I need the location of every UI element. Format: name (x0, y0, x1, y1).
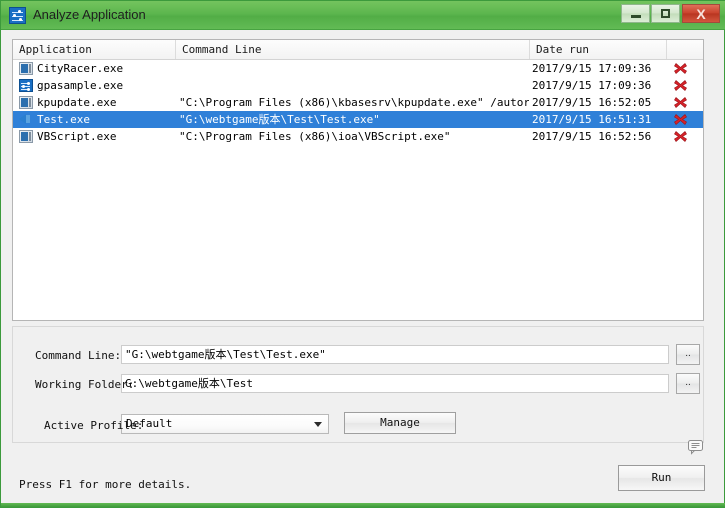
chevron-down-icon (314, 422, 322, 427)
working-folder-label: Working Folder: (35, 378, 135, 391)
delete-icon[interactable] (673, 112, 688, 127)
working-folder-input[interactable]: G:\webtgame版本\Test (121, 374, 669, 393)
app-window-icon (19, 130, 33, 143)
table-row[interactable]: VBScript.exe "C:\Program Files (x86)\ioa\… (13, 128, 703, 145)
application-list: Application Command Line Date run CityRa… (12, 39, 704, 321)
sliders-icon (19, 79, 33, 92)
minimize-button[interactable] (621, 4, 650, 23)
title-bar: Analyze Application X (1, 1, 725, 30)
cell-application: Test.exe (37, 113, 90, 126)
maximize-button[interactable] (651, 4, 680, 23)
delete-icon[interactable] (673, 61, 688, 76)
active-profile-label: Active Profile: (44, 419, 144, 432)
cell-date-run: 2017/9/15 16:52:05 (532, 96, 652, 109)
cell-application: gpasample.exe (37, 79, 124, 92)
cell-command-line (179, 77, 529, 94)
table-row[interactable]: gpasample.exe 2017/9/15 17:09:36 (13, 77, 703, 94)
cell-application: kpupdate.exe (37, 96, 117, 109)
blue-arrow-icon (19, 113, 33, 126)
column-header-command-line[interactable]: Command Line (176, 40, 530, 59)
analyze-application-window: Analyze Application X Application Comman… (0, 0, 725, 508)
delete-icon[interactable] (673, 78, 688, 93)
command-line-input[interactable]: "G:\webtgame版本\Test\Test.exe" (121, 345, 669, 364)
window-bottom-accent (1, 503, 725, 507)
working-folder-browse-button[interactable]: .. (676, 373, 700, 394)
cell-application: CityRacer.exe (37, 62, 124, 75)
table-row[interactable]: kpupdate.exe "C:\Program Files (x86)\kbas… (13, 94, 703, 111)
table-row[interactable]: Test.exe "G:\webtgame版本\Test\Test.exe" 201… (13, 111, 703, 128)
column-header-application[interactable]: Application (13, 40, 176, 59)
command-line-label: Command Line: (35, 349, 122, 362)
cell-application: VBScript.exe (37, 130, 117, 143)
app-window-icon (19, 62, 33, 75)
comment-icon[interactable] (687, 439, 704, 455)
app-window-icon (19, 96, 33, 109)
table-row[interactable]: CityRacer.exe 2017/9/15 17:09:36 (13, 60, 703, 77)
delete-icon[interactable] (673, 129, 688, 144)
cell-command-line: "G:\webtgame版本\Test\Test.exe" (179, 113, 380, 126)
command-line-browse-button[interactable]: .. (676, 344, 700, 365)
cell-command-line (179, 60, 529, 77)
maximize-icon (652, 5, 679, 22)
column-header-date-run[interactable]: Date run (530, 40, 667, 59)
cell-date-run: 2017/9/15 17:09:36 (532, 62, 652, 75)
window-title: Analyze Application (33, 7, 146, 22)
sliders-icon (9, 7, 26, 24)
cell-date-run: 2017/9/15 16:51:31 (532, 113, 652, 126)
cell-command-line: "C:\Program Files (x86)\ioa\VBScript.exe… (179, 130, 451, 143)
close-icon: X (696, 5, 706, 22)
details-panel: Command Line: "G:\webtgame版本\Test\Test.e… (12, 326, 704, 443)
manage-button[interactable]: Manage (344, 412, 456, 434)
delete-icon[interactable] (673, 95, 688, 110)
cell-command-line: "C:\Program Files (x86)\kbasesrv\kpupdat… (179, 96, 529, 109)
column-header-actions (667, 40, 703, 59)
run-button[interactable]: Run (618, 465, 705, 491)
active-profile-dropdown[interactable]: Default (121, 414, 329, 434)
status-text: Press F1 for more details. (19, 478, 192, 491)
cell-date-run: 2017/9/15 17:09:36 (532, 79, 652, 92)
list-rows: CityRacer.exe 2017/9/15 17:09:36 gpasample… (13, 60, 703, 145)
close-button[interactable]: X (682, 4, 720, 23)
list-header: Application Command Line Date run (13, 40, 703, 60)
cell-date-run: 2017/9/15 16:52:56 (532, 130, 652, 143)
minimize-icon (622, 5, 649, 22)
